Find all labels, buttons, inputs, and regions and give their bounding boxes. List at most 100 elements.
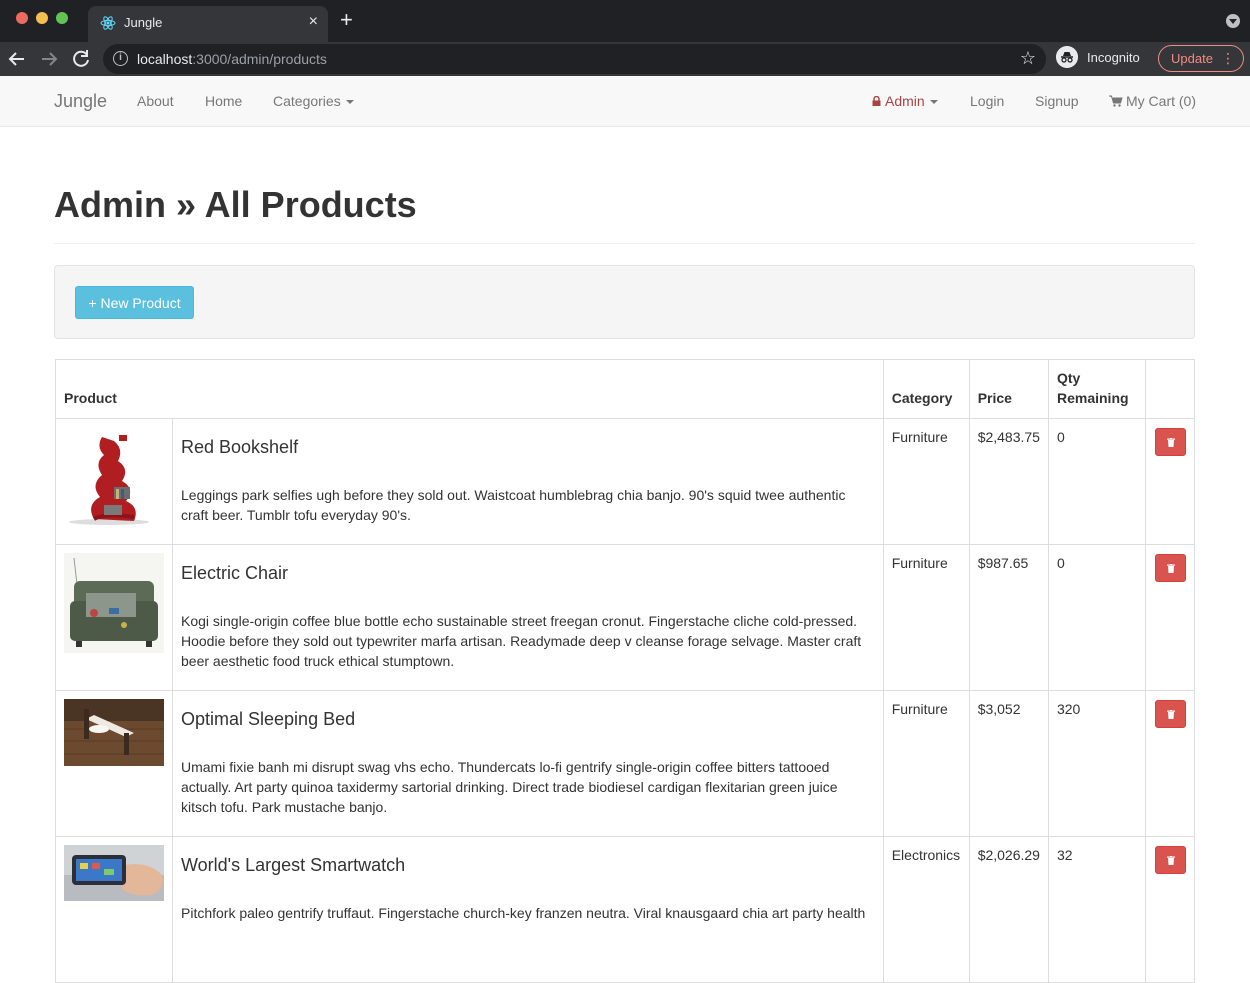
header-price: Price [968, 359, 1049, 419]
browser-tab[interactable]: Jungle × [88, 6, 328, 42]
table-row: Electric Chair Kogi single-origin coffee… [55, 544, 1195, 691]
header-qty-line1: Qty [1056, 370, 1081, 386]
product-category: Furniture [882, 544, 970, 691]
nav-categories-dropdown[interactable]: Categories [273, 93, 354, 109]
window-minimize-button[interactable] [36, 12, 48, 24]
delete-product-button[interactable] [1155, 700, 1186, 728]
nav-home[interactable]: Home [205, 93, 242, 109]
table-row: Red Bookshelf Leggings park selfies ugh … [55, 418, 1195, 545]
product-image-red-bookshelf[interactable] [64, 427, 164, 527]
chevron-down-icon [929, 100, 938, 105]
product-image-cell [55, 690, 173, 837]
nav-categories-label: Categories [273, 93, 341, 109]
bookmark-star-icon[interactable]: ☆ [1020, 48, 1036, 69]
url-path: :3000/admin/products [192, 51, 327, 67]
header-product: Product [55, 359, 884, 419]
product-price: $2,026.29 [968, 836, 1049, 983]
product-category: Electronics [882, 836, 970, 983]
site-navbar: Jungle About Home Categories Admin Login… [0, 76, 1250, 127]
update-label: Update [1171, 51, 1213, 66]
chevron-down-icon [345, 100, 354, 105]
delete-product-button[interactable] [1155, 846, 1186, 874]
product-info-cell: Electric Chair Kogi single-origin coffee… [172, 544, 884, 691]
shopping-cart-icon [1109, 95, 1123, 107]
product-category: Furniture [882, 418, 970, 545]
nav-about[interactable]: About [137, 93, 174, 109]
product-price: $2,483.75 [968, 418, 1049, 545]
trash-icon [1167, 856, 1175, 865]
product-name[interactable]: Red Bookshelf [181, 437, 875, 457]
product-image-smartwatch[interactable] [64, 845, 164, 901]
product-info-cell: Optimal Sleeping Bed Umami fixie banh mi… [172, 690, 884, 837]
product-image-cell [55, 544, 173, 691]
product-info-cell: Red Bookshelf Leggings park selfies ugh … [172, 418, 884, 545]
product-name[interactable]: World's Largest Smartwatch [181, 855, 875, 875]
new-product-button[interactable]: + New Product [75, 286, 194, 319]
delete-product-button[interactable] [1155, 554, 1186, 582]
trash-icon [1167, 438, 1175, 447]
back-arrow-icon[interactable] [5, 47, 29, 71]
product-category: Furniture [882, 690, 970, 837]
actions-cell [1145, 836, 1195, 983]
tab-search-icon[interactable] [1226, 14, 1240, 28]
new-tab-button[interactable]: + [340, 9, 353, 31]
actions-cell [1145, 544, 1195, 691]
browser-toolbar: i localhost:3000/admin/products ☆ Incogn… [0, 42, 1250, 76]
site-info-icon[interactable]: i [113, 51, 128, 66]
nav-login[interactable]: Login [970, 93, 1004, 109]
nav-admin-label: Admin [885, 93, 925, 109]
page-title: Admin » All Products [54, 184, 417, 225]
address-bar[interactable]: i localhost:3000/admin/products ☆ [103, 44, 1046, 74]
product-qty: 320 [1047, 690, 1147, 837]
trash-icon [1167, 710, 1175, 719]
nav-cart-label: My Cart (0) [1126, 93, 1196, 109]
url-text: localhost:3000/admin/products [137, 51, 327, 67]
update-button[interactable]: Update ⋮ [1158, 45, 1244, 72]
product-qty: 32 [1047, 836, 1147, 983]
product-description: Pitchfork paleo gentrify truffaut. Finge… [181, 905, 866, 921]
products-table: Product Category Price Qty Remaining Red… [55, 359, 1195, 983]
delete-product-button[interactable] [1155, 428, 1186, 456]
product-description: Kogi single-origin coffee blue bottle ec… [181, 613, 862, 669]
actions-well: + New Product [54, 265, 1195, 339]
table-row: World's Largest Smartwatch Pitchfork pal… [55, 836, 1195, 983]
reload-icon[interactable] [69, 47, 93, 71]
brand-link[interactable]: Jungle [54, 91, 107, 112]
product-name[interactable]: Optimal Sleeping Bed [181, 709, 875, 729]
product-image-cell [55, 418, 173, 545]
product-qty: 0 [1047, 418, 1147, 545]
product-image-electric-chair[interactable] [64, 553, 164, 653]
header-actions [1145, 359, 1195, 419]
actions-cell [1145, 418, 1195, 545]
more-menu-icon[interactable]: ⋮ [1221, 49, 1235, 67]
trash-icon [1167, 564, 1175, 573]
window-zoom-button[interactable] [56, 12, 68, 24]
product-image-cell [55, 836, 173, 983]
window-close-button[interactable] [16, 12, 28, 24]
browser-tab-bar: Jungle × + [0, 0, 1250, 42]
product-description: Umami fixie banh mi disrupt swag vhs ech… [181, 759, 838, 815]
forward-arrow-icon[interactable] [37, 47, 61, 71]
product-description: Leggings park selfies ugh before they so… [181, 487, 846, 523]
header-qty-line2: Remaining [1056, 390, 1129, 406]
product-qty: 0 [1047, 544, 1147, 691]
header-qty-remaining: Qty Remaining [1047, 359, 1147, 419]
product-image-sleeping-bed[interactable] [64, 699, 164, 766]
nav-cart[interactable]: My Cart (0) [1109, 93, 1196, 109]
tab-close-icon[interactable]: × [309, 13, 318, 31]
actions-cell [1145, 690, 1195, 837]
title-divider [54, 243, 1195, 244]
product-price: $987.65 [968, 544, 1049, 691]
product-name[interactable]: Electric Chair [181, 563, 875, 583]
table-row: Optimal Sleeping Bed Umami fixie banh mi… [55, 690, 1195, 837]
nav-signup[interactable]: Signup [1035, 93, 1079, 109]
nav-admin-dropdown[interactable]: Admin [872, 93, 938, 109]
incognito-label: Incognito [1087, 50, 1140, 65]
tab-title: Jungle [124, 15, 163, 30]
product-price: $3,052 [968, 690, 1049, 837]
url-host: localhost [137, 51, 193, 67]
table-header-row: Product Category Price Qty Remaining [55, 359, 1195, 419]
header-category: Category [882, 359, 970, 419]
incognito-icon [1056, 46, 1078, 68]
product-info-cell: World's Largest Smartwatch Pitchfork pal… [172, 836, 884, 983]
